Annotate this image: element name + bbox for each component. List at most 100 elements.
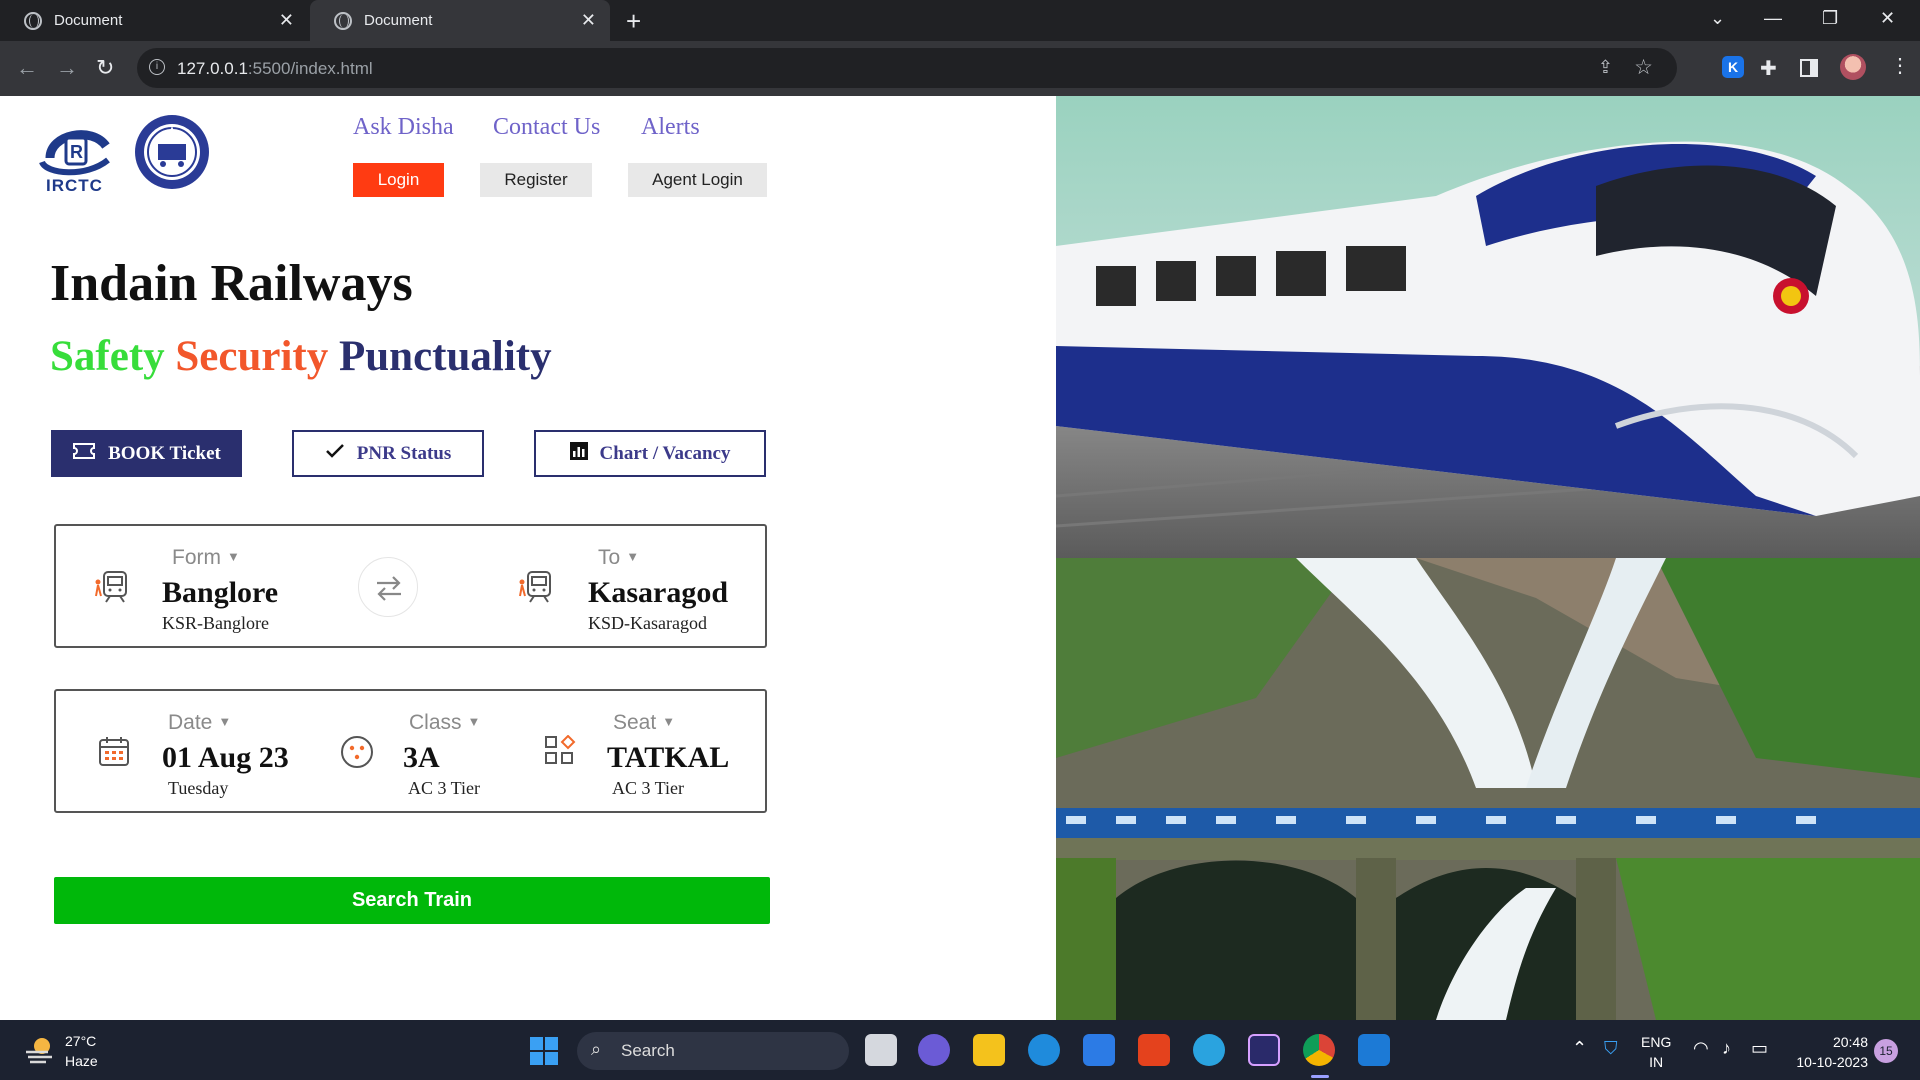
class-value[interactable]: 3A bbox=[403, 741, 440, 775]
start-button[interactable] bbox=[530, 1037, 558, 1065]
language-indicator[interactable]: ENG IN bbox=[1641, 1032, 1671, 1072]
from-dropdown[interactable]: Form ▼ bbox=[172, 546, 240, 570]
svg-text:R: R bbox=[70, 142, 83, 162]
weather-description: Haze bbox=[65, 1053, 98, 1069]
restore-button[interactable]: ❐ bbox=[1822, 8, 1838, 29]
battery-icon[interactable]: ▭ bbox=[1751, 1038, 1768, 1059]
chrome-icon[interactable] bbox=[1303, 1034, 1335, 1066]
forward-icon[interactable]: → bbox=[56, 55, 78, 81]
class-label: Class bbox=[409, 711, 462, 734]
date-dropdown[interactable]: Date ▼ bbox=[168, 711, 231, 735]
train-station-icon bbox=[94, 568, 134, 609]
bar-chart-icon bbox=[569, 441, 588, 466]
link-ask-disha[interactable]: Ask Disha bbox=[353, 114, 454, 141]
show-hidden-icons-chevron[interactable]: ⌃ bbox=[1572, 1038, 1587, 1059]
tagline-punctuality: Punctuality bbox=[339, 333, 552, 380]
train-station-icon bbox=[518, 568, 558, 609]
link-alerts[interactable]: Alerts bbox=[641, 114, 700, 141]
weather-temperature: 27°C bbox=[65, 1033, 97, 1049]
share-icon[interactable]: ⇪ bbox=[1598, 57, 1613, 78]
close-window-button[interactable]: ✕ bbox=[1880, 8, 1895, 29]
chat-app-icon[interactable] bbox=[918, 1034, 950, 1066]
class-dropdown[interactable]: Class ▼ bbox=[409, 711, 480, 735]
check-icon bbox=[325, 443, 345, 465]
office-icon[interactable] bbox=[1138, 1034, 1170, 1066]
minimize-button[interactable]: — bbox=[1764, 8, 1782, 29]
region-code: IN bbox=[1649, 1054, 1664, 1070]
close-tab-icon[interactable]: ✕ bbox=[279, 10, 294, 31]
swap-stations-button[interactable] bbox=[358, 557, 418, 617]
edge-browser-icon[interactable] bbox=[1028, 1034, 1060, 1066]
telegram-icon[interactable] bbox=[1193, 1034, 1225, 1066]
profile-avatar[interactable] bbox=[1840, 54, 1866, 80]
from-label: Form bbox=[172, 546, 221, 569]
volume-icon[interactable]: ♪ bbox=[1722, 1038, 1731, 1059]
chevron-down-icon: ▼ bbox=[218, 714, 232, 729]
agent-login-button[interactable]: Agent Login bbox=[628, 163, 767, 197]
taskbar-search-label: Search bbox=[621, 1041, 675, 1060]
file-explorer-icon[interactable] bbox=[973, 1034, 1005, 1066]
login-button[interactable]: Login bbox=[353, 163, 444, 197]
windows-taskbar: 27°C Haze ⌕ Search ⌃ ⛉ ENG IN ◠ ♪ ▭ 20:4… bbox=[0, 1020, 1920, 1080]
from-station-code: KSR-Banglore bbox=[162, 613, 269, 633]
vscode-icon[interactable] bbox=[1358, 1034, 1390, 1066]
wifi-icon[interactable]: ◠ bbox=[1693, 1038, 1709, 1059]
taskbar-search[interactable]: ⌕ Search bbox=[577, 1032, 849, 1070]
page: R IRCTC Ask Disha Contact Us Alerts Logi… bbox=[0, 96, 1920, 1020]
globe-icon bbox=[334, 11, 352, 30]
pnr-status-button[interactable]: PNR Status bbox=[292, 430, 484, 477]
close-tab-icon[interactable]: ✕ bbox=[581, 10, 596, 31]
intellij-icon[interactable] bbox=[1248, 1034, 1280, 1066]
book-ticket-button[interactable]: BOOK Ticket bbox=[51, 430, 242, 477]
notification-badge[interactable]: 15 bbox=[1874, 1039, 1898, 1063]
page-title: Indain Railways bbox=[50, 255, 413, 312]
to-label: To bbox=[598, 546, 621, 569]
from-city[interactable]: Banglore bbox=[162, 576, 278, 610]
register-button[interactable]: Register bbox=[480, 163, 592, 197]
active-app-indicator bbox=[1311, 1075, 1329, 1078]
ticket-icon bbox=[72, 442, 96, 466]
weather-haze-icon[interactable] bbox=[24, 1034, 56, 1064]
browser-tab-2[interactable]: Document ✕ bbox=[310, 0, 610, 41]
browser-tab-1[interactable]: Document ✕ bbox=[0, 0, 308, 41]
tab-search-icon[interactable]: ⌄ bbox=[1710, 8, 1725, 29]
globe-icon bbox=[24, 11, 42, 30]
calendar-icon bbox=[98, 735, 130, 772]
task-view-icon[interactable] bbox=[865, 1034, 897, 1066]
back-icon[interactable]: ← bbox=[16, 55, 38, 81]
book-ticket-label: BOOK Ticket bbox=[108, 442, 221, 464]
link-contact-us[interactable]: Contact Us bbox=[493, 114, 600, 141]
seat-dropdown[interactable]: Seat ▼ bbox=[613, 711, 675, 735]
tagline-safety: Safety bbox=[50, 333, 165, 380]
to-station-code: KSD-Kasaragod bbox=[588, 613, 707, 633]
new-tab-button[interactable]: + bbox=[626, 6, 641, 37]
address-bar-row: ← → ↻ i 127.0.0.1:5500/index.html ⇪ ☆ K … bbox=[0, 41, 1920, 96]
seat-value[interactable]: TATKAL bbox=[607, 741, 729, 775]
tagline-security: Security bbox=[175, 333, 329, 380]
search-train-button[interactable]: Search Train bbox=[54, 877, 770, 924]
reload-icon[interactable]: ↻ bbox=[96, 55, 114, 81]
chart-vacancy-button[interactable]: Chart / Vacancy bbox=[534, 430, 766, 477]
browser-menu-icon[interactable]: ⋮ bbox=[1890, 53, 1910, 78]
side-panel-icon[interactable] bbox=[1800, 59, 1818, 77]
language-code: ENG bbox=[1641, 1034, 1672, 1050]
site-info-icon[interactable]: i bbox=[149, 59, 165, 75]
bookmark-star-icon[interactable]: ☆ bbox=[1634, 55, 1653, 80]
weather-widget[interactable]: 27°C Haze bbox=[65, 1031, 98, 1071]
url-field[interactable]: i 127.0.0.1:5500/index.html ⇪ ☆ bbox=[137, 48, 1677, 88]
to-city[interactable]: Kasaragod bbox=[588, 576, 728, 610]
url-text: 127.0.0.1:5500/index.html bbox=[177, 59, 373, 78]
to-dropdown[interactable]: To ▼ bbox=[598, 546, 639, 570]
security-shield-icon[interactable]: ⛉ bbox=[1604, 1038, 1618, 1059]
date-value[interactable]: 01 Aug 23 bbox=[162, 741, 289, 775]
irctc-logo[interactable]: R IRCTC bbox=[36, 116, 116, 196]
store-icon[interactable] bbox=[1083, 1034, 1115, 1066]
waterfall-bridge-photo bbox=[1056, 558, 1920, 1020]
extension-k-icon[interactable]: K bbox=[1722, 56, 1744, 78]
clock-date: 10-10-2023 bbox=[1796, 1054, 1868, 1070]
indian-railways-emblem[interactable] bbox=[134, 114, 210, 190]
tab-title: Document bbox=[364, 12, 433, 29]
clock[interactable]: 20:48 10-10-2023 bbox=[1792, 1032, 1868, 1072]
class-description: AC 3 Tier bbox=[408, 778, 481, 798]
extensions-puzzle-icon[interactable]: ✚ bbox=[1760, 56, 1777, 81]
